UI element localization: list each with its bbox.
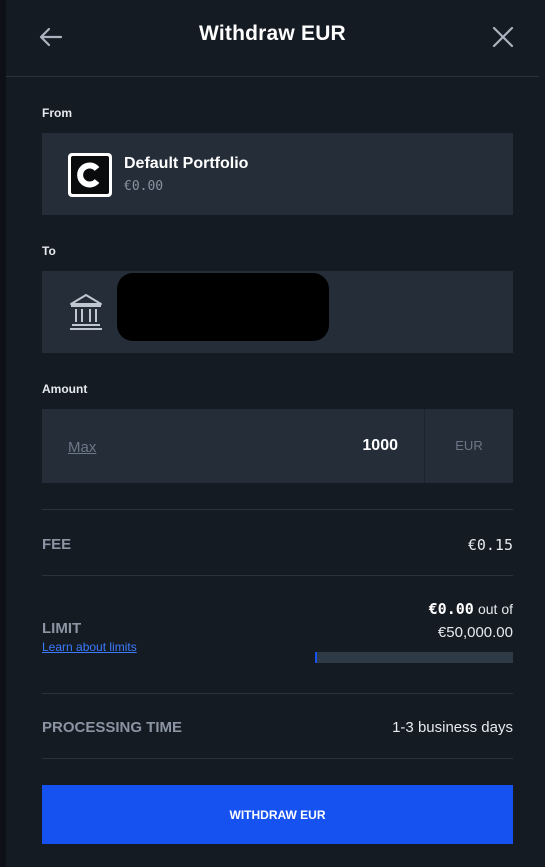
max-button[interactable]: Max	[68, 439, 96, 456]
withdraw-eur-button[interactable]: WITHDRAW EUR	[42, 785, 513, 844]
modal-title: Withdraw EUR	[199, 22, 346, 45]
divider	[42, 509, 513, 510]
limit-out-of-text: out of	[477, 601, 513, 617]
limit-used-line: €0.00 out of	[429, 600, 513, 618]
divider	[42, 758, 513, 759]
limit-progress-fill	[315, 652, 317, 663]
amount-field: Max 1000 EUR	[42, 409, 513, 483]
limit-total-value: €50,000.00	[437, 624, 513, 641]
coinbase-logo	[68, 153, 112, 197]
learn-about-limits-link[interactable]: Learn about limits	[42, 640, 137, 654]
divider	[42, 575, 513, 576]
redacted-account-name	[117, 273, 329, 341]
limit-label: LIMIT	[42, 620, 82, 637]
amount-input[interactable]: 1000	[362, 437, 398, 455]
bank-icon	[68, 291, 104, 331]
modal-header: Withdraw EUR	[6, 0, 539, 77]
limit-progress-bar	[315, 652, 513, 663]
portfolio-name: Default Portfolio	[124, 155, 249, 172]
divider	[42, 693, 513, 694]
amount-label: Amount	[42, 382, 88, 396]
portfolio-balance: €0.00	[124, 179, 164, 194]
from-account-selector[interactable]: Default Portfolio €0.00	[42, 133, 513, 215]
fee-label: FEE	[42, 536, 72, 553]
from-label: From	[42, 106, 72, 120]
fee-value: €0.15	[467, 536, 513, 554]
limit-used-value: €0.00	[428, 600, 474, 618]
window-edge	[0, 0, 6, 867]
to-account-selector[interactable]	[42, 271, 513, 353]
processing-time-label: PROCESSING TIME	[42, 719, 183, 736]
processing-time-value: 1-3 business days	[392, 719, 513, 736]
currency-selector[interactable]: EUR	[425, 409, 513, 483]
close-button[interactable]	[488, 22, 518, 52]
close-icon	[492, 26, 514, 48]
to-label: To	[42, 244, 56, 258]
